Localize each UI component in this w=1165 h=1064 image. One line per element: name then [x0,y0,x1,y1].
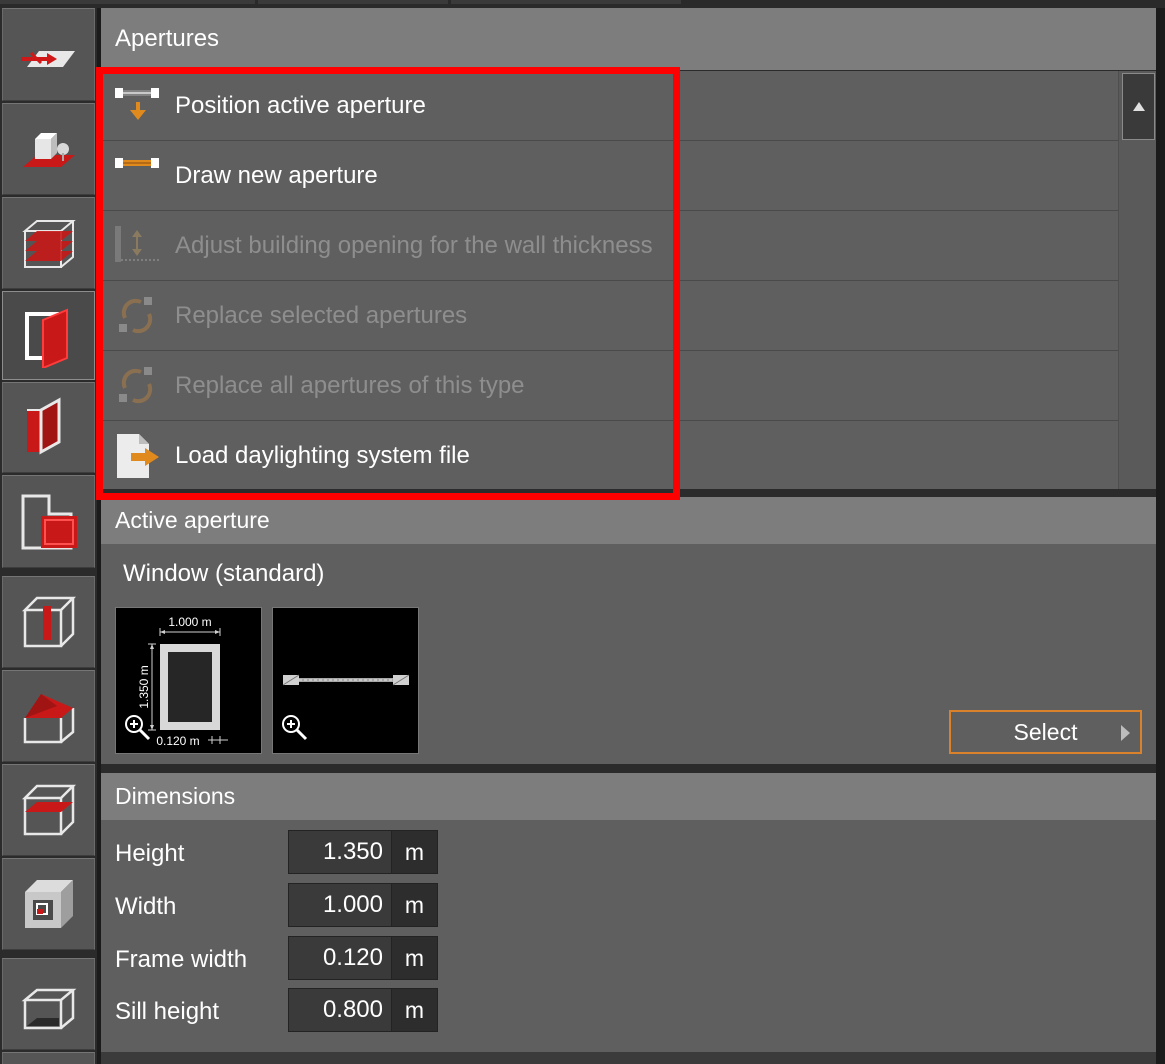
column-icon [21,596,77,648]
dimension-row-frame-width: Frame width 0.120 m [101,936,1156,982]
action-label: Replace selected apertures [175,301,468,329]
tool-roof[interactable] [2,670,95,762]
action-label: Replace all apertures of this type [175,371,525,399]
select-aperture-button[interactable]: Select [949,710,1142,754]
dimensions-header: Dimensions [101,773,1156,820]
room-view-icon [25,880,73,928]
tool-room-view[interactable] [2,858,95,950]
action-label: Load daylighting system file [175,442,470,469]
tool-more[interactable] [2,1052,95,1064]
section-view-thumbnail[interactable] [272,607,419,754]
tool-apertures[interactable] [2,291,95,380]
dimension-label: Width [115,893,177,920]
unit-label: m [392,883,438,927]
tool-objects[interactable] [2,103,95,195]
action-position-active-aperture[interactable]: Position active aperture [101,71,1118,141]
left-toolbar [0,8,97,1064]
height-input[interactable]: 1.350 [288,830,392,874]
ceiling-icon [21,784,77,836]
window-section-view [282,674,410,741]
draw-aperture-icon [115,157,159,168]
action-label: Position active aperture [175,91,426,119]
dimensions-section: Height 1.350 m Width 1.000 m Frame width… [101,820,1156,1052]
active-aperture-header: Active aperture [101,497,1156,544]
tool-import-plan[interactable] [2,8,95,101]
replace-icon [119,366,153,403]
action-label: Adjust building opening for the wall thi… [175,231,653,259]
top-strip [0,0,1165,8]
position-aperture-icon [115,87,159,120]
apertures-panel: Apertures Position active aperture Draw … [101,8,1156,1064]
tool-floors[interactable] [2,197,95,289]
scroll-up-button[interactable] [1122,73,1155,140]
adjust-opening-icon [115,225,159,262]
dimension-label: Sill height [115,998,220,1025]
width-input[interactable]: 1.000 [288,883,392,927]
action-load-daylighting-file[interactable]: Load daylighting system file [101,421,1118,491]
width-dimension-label: 1.000 m [168,615,211,629]
actions-scrollbar[interactable] [1118,71,1156,489]
load-file-icon [117,434,159,478]
dimension-label: Height [115,840,185,867]
frame-dimension-label: 0.120 m [156,734,199,748]
select-button-label: Select [1013,718,1078,745]
wall-icon [27,396,61,455]
import-plan-icon [21,50,75,67]
roof-icon [23,694,75,744]
window-front-view: 1.000 m 1.350 m 0.120 m [125,615,228,748]
replace-icon [119,296,153,333]
front-view-thumbnail[interactable]: 1.000 m 1.350 m 0.120 m [115,607,262,754]
tool-column[interactable] [2,576,95,668]
action-draw-new-aperture[interactable]: Draw new aperture [101,141,1118,211]
action-adjust-building-opening[interactable]: Adjust building opening for the wall thi… [101,211,1118,281]
aperture-actions-list: Position active aperture Draw new apertu… [101,71,1118,489]
arrow-right-icon [1121,725,1130,741]
action-replace-selected-apertures[interactable]: Replace selected apertures [101,281,1118,351]
dimension-row-width: Width 1.000 m [101,883,1156,929]
tool-walls[interactable] [2,382,95,473]
action-replace-all-apertures-of-type[interactable]: Replace all apertures of this type [101,351,1118,421]
height-dimension-label: 1.350 m [137,665,151,708]
rooms-icon [21,494,77,549]
apertures-header: Apertures [101,8,1156,70]
panel-bottom-strip [101,1052,1156,1064]
apertures-icon [25,308,68,368]
floors-icon [22,220,76,268]
dimension-row-height: Height 1.350 m [101,830,1156,876]
dimension-row-sill-height: Sill height 0.800 m [101,988,1156,1034]
unit-label: m [392,830,438,874]
frame-width-input[interactable]: 0.120 [288,936,392,980]
aperture-type-name: Window (standard) [123,560,325,587]
dimension-label: Frame width [115,946,248,973]
objects-icon [23,133,75,167]
arrow-up-icon [1133,102,1145,111]
unit-label: m [392,988,438,1032]
tool-ceiling[interactable] [2,764,95,856]
action-label: Draw new aperture [175,161,378,189]
tool-box[interactable] [2,958,95,1050]
sill-height-input[interactable]: 0.800 [288,988,392,1032]
active-aperture-section: Window (standard) 1.000 m 1.350 m 0.120 … [101,544,1156,764]
tool-rooms[interactable] [2,475,95,568]
box-icon [21,988,77,1030]
unit-label: m [392,936,438,980]
